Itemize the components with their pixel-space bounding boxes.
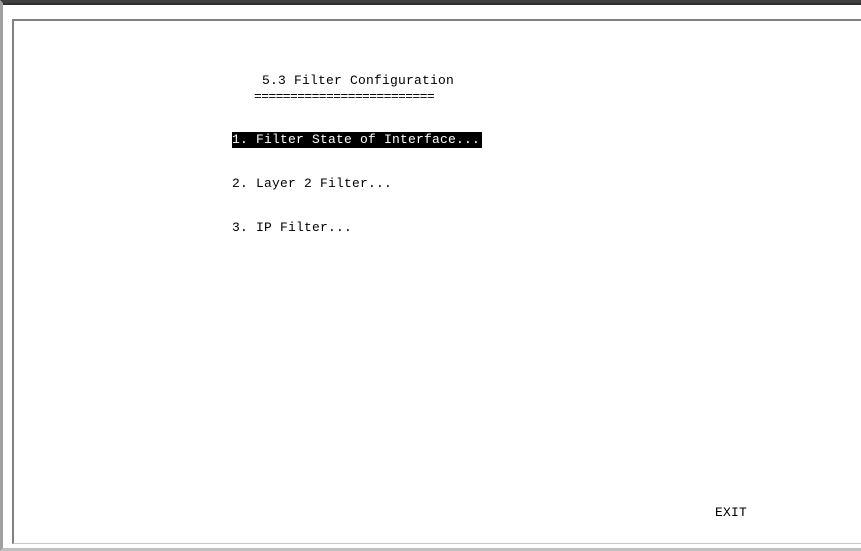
menu-item-filter-state-of-interface[interactable]: 1. Filter State of Interface... [232,132,483,148]
terminal-screen: 5.3 Filter Configuration ===============… [12,19,861,544]
page-title: 5.3 Filter Configuration [262,73,455,88]
title-underline: ========================= [254,89,435,104]
terminal-window: 5.3 Filter Configuration ===============… [0,0,861,551]
window-top-edge [3,3,861,5]
menu-item-layer-2-filter[interactable]: 2. Layer 2 Filter... [232,176,392,192]
menu-item-ip-filter[interactable]: 3. IP Filter... [232,220,352,236]
exit-button[interactable]: EXIT [715,505,747,521]
